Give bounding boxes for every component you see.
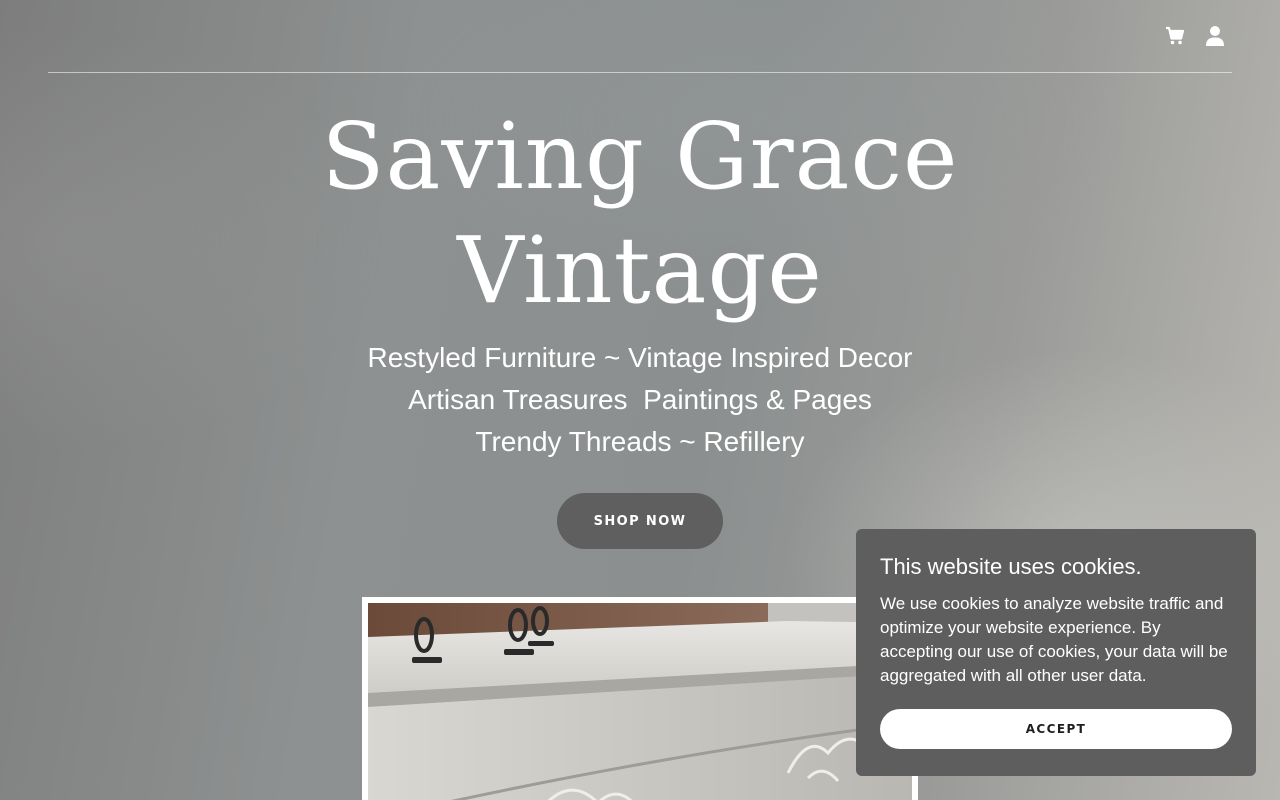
- furniture-image: [368, 603, 912, 800]
- cart-icon[interactable]: [1164, 24, 1186, 48]
- accept-cookies-button[interactable]: ACCEPT: [880, 709, 1232, 749]
- user-icon[interactable]: [1204, 24, 1226, 48]
- shop-now-button[interactable]: SHOP NOW: [557, 493, 723, 549]
- site-title: Saving Grace Vintage: [240, 100, 1040, 328]
- site-header: [48, 0, 1232, 73]
- site-title-line-2: Vintage: [457, 217, 823, 324]
- cookie-banner-body: We use cookies to analyze website traffi…: [880, 594, 1228, 685]
- tagline-line: Trendy Threads ~ Refillery: [475, 426, 805, 457]
- cookie-banner-title: This website uses cookies.: [880, 554, 1142, 579]
- cookie-banner: This website uses cookies. We use cookie…: [856, 529, 1256, 776]
- tagline-line: Restyled Furniture ~ Vintage Inspired De…: [367, 342, 913, 373]
- site-title-line-1: Saving Grace: [321, 103, 959, 210]
- header-icons: [1164, 24, 1226, 48]
- tagline-line: Artisan Treasures Paintings & Pages: [408, 384, 872, 415]
- hero-tagline: Restyled Furniture ~ Vintage Inspired De…: [240, 337, 1040, 463]
- featured-photo: [362, 597, 918, 800]
